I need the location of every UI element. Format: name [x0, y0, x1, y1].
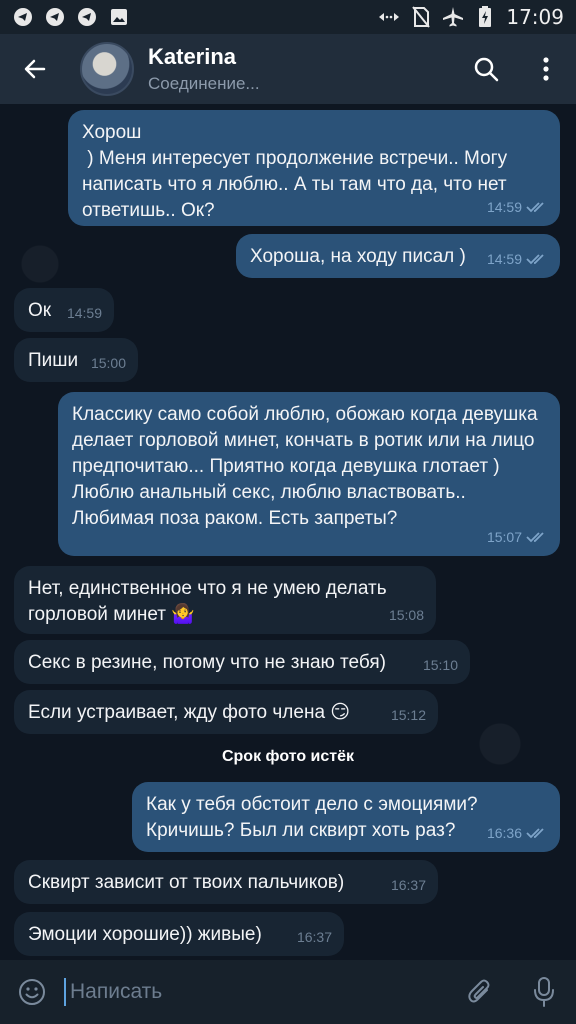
message-time: 16:36	[486, 825, 522, 841]
message-text: Секс в резине, потому что не знаю тебя)	[28, 652, 386, 673]
message-incoming[interactable]: Секс в резине, потому что не знаю тебя) …	[14, 640, 470, 684]
message-text: Эмоции хорошие)) живые)	[28, 924, 262, 945]
message-incoming[interactable]: Сквирт зависит от твоих пальчиков) 16:37	[14, 860, 438, 904]
chat-title-block[interactable]: Katerina Соединение...	[148, 44, 456, 94]
search-button[interactable]	[456, 34, 516, 104]
emoji-button[interactable]	[0, 960, 64, 1024]
paperclip-icon	[468, 979, 490, 1003]
search-icon	[474, 57, 499, 82]
message-time: 14:59	[66, 305, 102, 321]
message-incoming[interactable]: Если устраивает, жду фото члена 😏 15:12	[14, 690, 438, 734]
chat-title: Katerina	[148, 44, 237, 69]
service-message: Срок фото истёк	[221, 748, 355, 765]
message-time: 16:37	[296, 929, 332, 945]
double-check-icon	[526, 828, 544, 839]
telegram-notification-icon	[76, 6, 98, 28]
message-time: 15:10	[422, 657, 458, 673]
message-incoming[interactable]: Эмоции хорошие)) живые) 16:37	[14, 912, 344, 956]
telegram-notification-icon	[44, 6, 66, 28]
battery-charging-icon	[474, 6, 496, 28]
telegram-notification-icon	[12, 6, 34, 28]
microphone-icon	[534, 977, 554, 1007]
more-vertical-icon	[543, 57, 549, 81]
message-time: 14:59	[486, 251, 522, 267]
message-input-placeholder: Написать	[70, 980, 163, 1003]
message-composer: Написать	[0, 960, 576, 1024]
message-time: 16:37	[390, 877, 426, 893]
message-incoming[interactable]: Ок 14:59	[14, 288, 114, 332]
message-outgoing[interactable]: Хороша, на ходу писал ) 14:59	[236, 234, 560, 278]
message-text: Хорош ) Меня интересует продолжение встр…	[82, 122, 508, 221]
message-time: 15:00	[90, 355, 126, 371]
back-button[interactable]	[0, 34, 70, 104]
message-time: 15:07	[486, 529, 522, 545]
message-text: Сквирт зависит от твоих пальчиков)	[28, 872, 345, 893]
data-arrows-icon	[378, 6, 400, 28]
airplane-icon	[442, 6, 464, 28]
message-outgoing[interactable]: Классику само собой люблю, обожаю когда …	[58, 392, 560, 556]
message-time: 15:12	[390, 707, 426, 723]
image-notification-icon	[108, 6, 130, 28]
attach-button[interactable]	[448, 960, 512, 1024]
smile-icon	[19, 979, 45, 1005]
double-check-icon	[526, 202, 544, 213]
chat-header: Katerina Соединение...	[0, 34, 576, 104]
voice-record-button[interactable]	[512, 960, 576, 1024]
message-incoming[interactable]: Пиши 15:00	[14, 338, 138, 382]
no-sim-icon	[410, 6, 432, 28]
message-text: Классику само собой люблю, обожаю когда …	[72, 404, 543, 529]
more-menu-button[interactable]	[516, 34, 576, 104]
message-time: 15:08	[388, 607, 424, 623]
message-list[interactable]: Хорош ) Меня интересует продолжение встр…	[0, 104, 576, 960]
message-input[interactable]: Написать	[64, 960, 448, 1024]
status-bar: 17:09	[0, 0, 576, 34]
arrow-left-icon	[24, 59, 46, 79]
message-text: Если устраивает, жду фото члена 😏	[28, 702, 351, 723]
double-check-icon	[526, 254, 544, 265]
avatar[interactable]	[80, 42, 134, 96]
message-text: Нет, единственное что я не умею делать г…	[28, 578, 392, 625]
message-outgoing[interactable]: Хорош ) Меня интересует продолжение встр…	[68, 110, 560, 226]
connection-status: Соединение...	[148, 74, 260, 93]
message-incoming[interactable]: Нет, единственное что я не умею делать г…	[14, 566, 436, 634]
message-time: 14:59	[486, 199, 522, 215]
message-outgoing[interactable]: Как у тебя обстоит дело с эмоциями? Крич…	[132, 782, 560, 852]
double-check-icon	[526, 532, 544, 543]
text-caret	[64, 978, 66, 1006]
status-time: 17:09	[506, 5, 564, 29]
